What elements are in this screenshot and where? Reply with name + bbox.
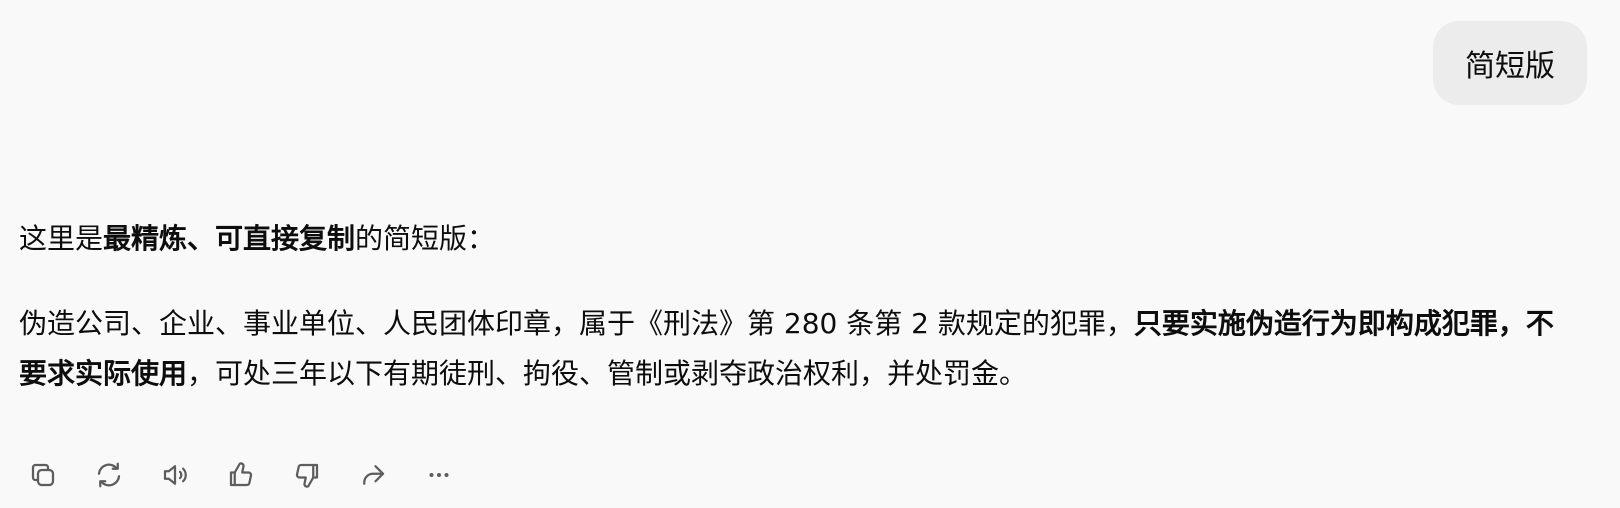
- copy-icon: [31, 463, 55, 487]
- regenerate-icon: [97, 462, 121, 488]
- intro-prefix: 这里是: [19, 222, 104, 255]
- message-action-bar: [26, 458, 488, 492]
- share-button[interactable]: [356, 458, 390, 492]
- assistant-intro-paragraph: 这里是最精炼、可直接复制的简短版：: [19, 214, 1579, 264]
- share-icon: [363, 465, 385, 485]
- user-message-bubble: 简短版: [1433, 21, 1587, 105]
- thumbs-up-icon: [229, 462, 253, 487]
- body-part2: ，可处三年以下有期徒刑、拘役、管制或剥夺政治权利，并处罚金。: [187, 357, 1028, 390]
- read-aloud-button[interactable]: [158, 458, 192, 492]
- thumbs-down-icon: [295, 463, 319, 488]
- user-message-text: 简短版: [1465, 49, 1555, 84]
- regenerate-button[interactable]: [92, 458, 126, 492]
- thumbs-up-button[interactable]: [224, 458, 258, 492]
- intro-suffix: 的简短版：: [355, 222, 496, 255]
- copy-button[interactable]: [26, 458, 60, 492]
- intro-bold: 最精炼、可直接复制: [103, 222, 356, 255]
- thumbs-down-button[interactable]: [290, 458, 324, 492]
- assistant-message: 这里是最精炼、可直接复制的简短版： 伪造公司、企业、事业单位、人民团体印章，属于…: [19, 214, 1579, 399]
- more-icon: [429, 473, 449, 477]
- more-options-button[interactable]: [422, 458, 456, 492]
- body-part1: 伪造公司、企业、事业单位、人民团体印章，属于《刑法》第 280 条第 2 款规定…: [19, 307, 1134, 340]
- read-aloud-icon: [163, 465, 187, 485]
- assistant-body-paragraph: 伪造公司、企业、事业单位、人民团体印章，属于《刑法》第 280 条第 2 款规定…: [19, 299, 1569, 399]
